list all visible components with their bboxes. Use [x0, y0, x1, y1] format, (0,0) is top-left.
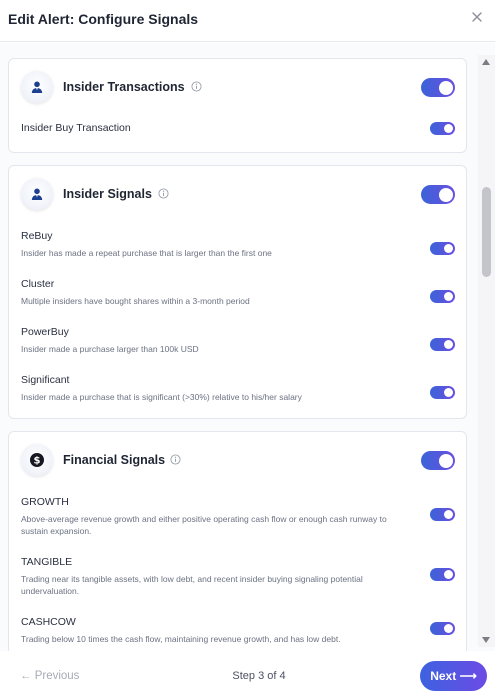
- toggle-financial-signals[interactable]: [421, 451, 455, 470]
- item-label: TANGIBLE: [21, 556, 73, 568]
- item-label: Cluster: [21, 278, 55, 290]
- item-description: Insider made a purchase larger than 100k…: [21, 344, 199, 354]
- card-insider-signals: Insider Signals ReBuy Insider has made a…: [8, 165, 467, 419]
- vertical-scrollbar[interactable]: [478, 55, 495, 647]
- card-title: Financial Signals: [63, 453, 166, 467]
- list-item-insider-buy: Insider Buy Transaction: [9, 117, 466, 147]
- item-description: Above-average revenue growth and either …: [21, 514, 387, 536]
- item-label: PowerBuy: [21, 326, 69, 338]
- signals-list: Insider Transactions Insider Buy Transac…: [8, 58, 467, 651]
- list-item-cluster: Cluster Multiple insiders have bought sh…: [9, 272, 466, 320]
- item-description: Multiple insiders have bought shares wit…: [21, 296, 250, 306]
- list-item-cashcow: CASHCOW Trading below 10 times the cash …: [9, 610, 466, 651]
- card-title: Insider Signals: [63, 187, 152, 201]
- item-description: Trading near its tangible assets, with l…: [21, 574, 363, 596]
- card-header: Insider Signals: [9, 166, 466, 224]
- next-button[interactable]: Next ⟶: [420, 661, 487, 691]
- list-item-powerbuy: PowerBuy Insider made a purchase larger …: [9, 320, 466, 368]
- toggle-cashcow[interactable]: [430, 622, 455, 635]
- card-title: Insider Transactions: [63, 80, 185, 94]
- card-insider-transactions: Insider Transactions Insider Buy Transac…: [8, 58, 467, 153]
- dialog-header: Edit Alert: Configure Signals: [0, 0, 495, 42]
- toggle-insider-transactions[interactable]: [421, 78, 455, 97]
- card-header: $ Financial Signals: [9, 432, 466, 490]
- dialog-title: Edit Alert: Configure Signals: [8, 11, 199, 27]
- toggle-powerbuy[interactable]: [430, 338, 455, 351]
- scroll-down-arrow-icon[interactable]: [482, 637, 490, 643]
- scroll-up-arrow-icon[interactable]: [482, 59, 490, 65]
- toggle-tangible[interactable]: [430, 568, 455, 581]
- info-icon[interactable]: [158, 188, 169, 199]
- item-label: GROWTH: [21, 496, 69, 508]
- toggle-cluster[interactable]: [430, 290, 455, 303]
- toggle-insider-signals[interactable]: [421, 185, 455, 204]
- list-item-rebuy: ReBuy Insider has made a repeat purchase…: [9, 224, 466, 272]
- card-header: Insider Transactions: [9, 59, 466, 117]
- svg-text:$: $: [34, 456, 41, 467]
- toggle-rebuy[interactable]: [430, 242, 455, 255]
- toggle-significant[interactable]: [430, 386, 455, 399]
- close-icon[interactable]: [470, 10, 484, 24]
- info-icon[interactable]: [191, 81, 202, 92]
- signals-scroll-area[interactable]: Insider Transactions Insider Buy Transac…: [0, 43, 495, 651]
- item-label: Insider Buy Transaction: [21, 122, 131, 134]
- scrollbar-thumb[interactable]: [482, 187, 491, 277]
- item-label: Significant: [21, 374, 70, 386]
- list-item-tangible: TANGIBLE Trading near its tangible asset…: [9, 550, 466, 610]
- user-icon: [21, 178, 53, 210]
- info-icon[interactable]: [170, 454, 181, 465]
- item-description: Insider has made a repeat purchase that …: [21, 248, 272, 258]
- user-icon: [21, 71, 53, 103]
- list-item-growth: GROWTH Above-average revenue growth and …: [9, 490, 466, 550]
- item-label: CASHCOW: [21, 616, 76, 628]
- item-description: Trading below 10 times the cash flow, ma…: [21, 634, 341, 644]
- item-description: Insider made a purchase that is signific…: [21, 392, 302, 402]
- toggle-insider-buy[interactable]: [430, 122, 455, 135]
- card-financial-signals: $ Financial Signals GROWTH Above-average…: [8, 431, 467, 651]
- dollar-icon: $: [21, 444, 53, 476]
- list-item-significant: Significant Insider made a purchase that…: [9, 368, 466, 416]
- item-label: ReBuy: [21, 230, 53, 242]
- dialog-footer: ← Previous Step 3 of 4 Next ⟶: [0, 651, 495, 699]
- toggle-growth[interactable]: [430, 508, 455, 521]
